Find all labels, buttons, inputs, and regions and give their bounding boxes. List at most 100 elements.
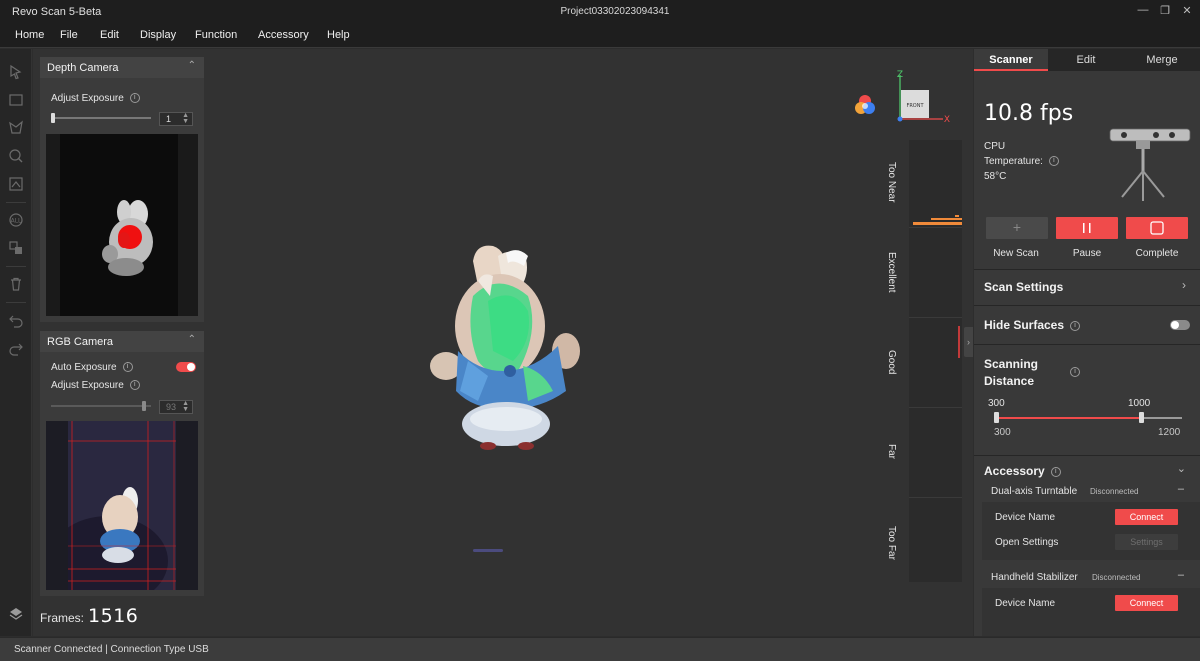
- collapse-icon[interactable]: ⌃: [188, 334, 196, 345]
- rgb-exposure-slider[interactable]: [51, 405, 151, 407]
- cpu-label: CPU: [984, 141, 1006, 152]
- tab-scanner[interactable]: Scanner: [974, 49, 1048, 71]
- accessory-section: Accessory i ⌄ Dual-axis Turntable Disconn…: [974, 456, 1200, 636]
- turntable-status: Disconnected: [1090, 487, 1139, 496]
- info-icon[interactable]: i: [1070, 367, 1080, 377]
- toolbar-divider: [6, 202, 26, 203]
- collapse-minus-icon[interactable]: –: [1178, 569, 1184, 581]
- invert-select-icon[interactable]: [8, 176, 24, 192]
- distance-marker: [958, 326, 960, 358]
- menu-bar: Home File Edit Display Function Accessor…: [0, 24, 1200, 48]
- collapse-minus-icon[interactable]: –: [1178, 483, 1184, 495]
- depth-exposure-slider[interactable]: [51, 117, 151, 119]
- rgb-exposure-value: 93: [166, 402, 177, 412]
- menu-file[interactable]: File: [60, 29, 78, 41]
- info-icon[interactable]: i: [1070, 320, 1081, 331]
- hide-surfaces-toggle[interactable]: [1170, 320, 1190, 330]
- distance-histogram: [909, 140, 962, 582]
- layers-icon[interactable]: [8, 606, 24, 622]
- complete-label: Complete: [1135, 248, 1179, 259]
- chevron-right-icon: ›: [1182, 278, 1186, 292]
- info-icon[interactable]: i: [122, 362, 133, 373]
- rgb-camera-header[interactable]: RGB Camera ⌃: [40, 331, 204, 352]
- turntable-connect-button[interactable]: Connect: [1115, 509, 1178, 525]
- transfer-icon[interactable]: [8, 240, 24, 256]
- scan-actions: + New Scan Pause Complete: [974, 207, 1200, 269]
- gizmo-z-label: Z: [897, 70, 903, 80]
- distance-slider-low-knob[interactable]: [994, 412, 999, 423]
- quality-excellent: Excellent: [886, 252, 897, 293]
- title-bar: Revo Scan 5-Beta Project03302023094341 —…: [0, 0, 1200, 24]
- info-icon[interactable]: i: [129, 380, 140, 391]
- temperature-label: Temperature: i: [984, 156, 1059, 167]
- stabilizer-connect-button[interactable]: Connect: [1115, 595, 1178, 611]
- select-icon[interactable]: [8, 64, 24, 80]
- depth-camera-header[interactable]: Depth Camera ⌃: [40, 57, 204, 78]
- project-title: Project03302023094341: [560, 6, 670, 17]
- axis-gizmo[interactable]: FRONT Z X: [893, 67, 955, 127]
- stabilizer-device-name-label: Device Name: [995, 598, 1056, 609]
- menu-accessory[interactable]: Accessory: [258, 29, 309, 41]
- info-icon[interactable]: i: [129, 93, 140, 104]
- quality-too-near: Too Near: [886, 162, 897, 203]
- new-scan-button[interactable]: +: [986, 217, 1048, 239]
- collapse-icon[interactable]: ⌃: [188, 60, 196, 71]
- frames-value: 1516: [88, 605, 139, 627]
- distance-histogram-peak-3: [955, 215, 959, 217]
- select-all-icon[interactable]: ALL: [8, 212, 24, 228]
- scanning-distance-label-2: Distance: [984, 374, 1035, 388]
- distance-slider-high-knob[interactable]: [1139, 412, 1144, 423]
- complete-button[interactable]: [1126, 217, 1188, 239]
- scanning-distance-section: Scanning Distance i 300 1000 300 1200: [974, 345, 1200, 455]
- menu-edit[interactable]: Edit: [100, 29, 119, 41]
- restore-icon[interactable]: ❐: [1157, 4, 1173, 17]
- stop-icon: [1150, 221, 1164, 235]
- brush-select-icon[interactable]: [8, 148, 24, 164]
- depth-exposure-text: Adjust Exposure: [51, 93, 124, 104]
- quality-too-far: Too Far: [886, 526, 897, 560]
- rgb-exposure-label: Adjust Exposure i: [51, 380, 140, 391]
- minimize-icon[interactable]: —: [1135, 4, 1151, 16]
- zone-excellent: [909, 228, 962, 318]
- app-window: Revo Scan 5-Beta Project03302023094341 —…: [0, 0, 1200, 661]
- distance-slider-range: [996, 417, 1141, 419]
- stepper-arrows-icon[interactable]: ▲ ▼: [182, 400, 189, 413]
- status-bar: Scanner Connected | Connection Type USB: [0, 637, 1200, 661]
- menu-display[interactable]: Display: [140, 29, 176, 41]
- texture-mode-icon[interactable]: [853, 93, 877, 117]
- scan-settings-row[interactable]: Scan Settings ›: [974, 270, 1200, 305]
- chevron-down-icon[interactable]: ⌄: [1177, 462, 1186, 475]
- info-icon[interactable]: i: [1048, 156, 1059, 167]
- fps-value: 10.8 fps: [984, 101, 1074, 126]
- delete-icon[interactable]: [8, 276, 24, 292]
- depth-silhouette: [102, 200, 153, 276]
- menu-function[interactable]: Function: [195, 29, 237, 41]
- hide-surfaces-text: Hide Surfaces: [984, 318, 1065, 332]
- turntable-settings-button[interactable]: Settings: [1115, 534, 1178, 550]
- lasso-icon[interactable]: [8, 120, 24, 136]
- toolbar-divider: [6, 266, 26, 267]
- auto-exposure-toggle[interactable]: [176, 362, 196, 372]
- rgb-exposure-input[interactable]: 93 ▲ ▼: [159, 400, 193, 414]
- distance-high-value: 1000: [1128, 398, 1151, 409]
- menu-home[interactable]: Home: [15, 29, 44, 41]
- stabilizer-name: Handheld Stabilizer: [991, 572, 1078, 583]
- scanned-model[interactable]: [418, 241, 588, 461]
- stepper-arrows-icon[interactable]: ▲ ▼: [182, 112, 189, 125]
- gizmo-face-label: FRONT: [906, 103, 924, 109]
- depth-exposure-knob[interactable]: [51, 113, 55, 123]
- pause-button[interactable]: [1056, 217, 1118, 239]
- menu-help[interactable]: Help: [327, 29, 350, 41]
- undo-icon[interactable]: [8, 312, 24, 328]
- info-icon[interactable]: i: [1050, 466, 1061, 477]
- right-panel-collapse-handle[interactable]: ›: [964, 327, 973, 357]
- rgb-exposure-knob[interactable]: [142, 401, 146, 411]
- depth-exposure-input[interactable]: 1 ▲ ▼: [159, 112, 193, 126]
- close-icon[interactable]: ✕: [1179, 4, 1195, 17]
- redo-icon[interactable]: [8, 340, 24, 356]
- right-panel: Scanner Edit Merge 10.8 fps CPU Temperat…: [974, 49, 1200, 636]
- tab-edit[interactable]: Edit: [1048, 49, 1124, 71]
- tab-merge[interactable]: Merge: [1124, 49, 1200, 71]
- rect-select-icon[interactable]: [8, 92, 24, 108]
- frames-label: Frames:: [40, 611, 85, 625]
